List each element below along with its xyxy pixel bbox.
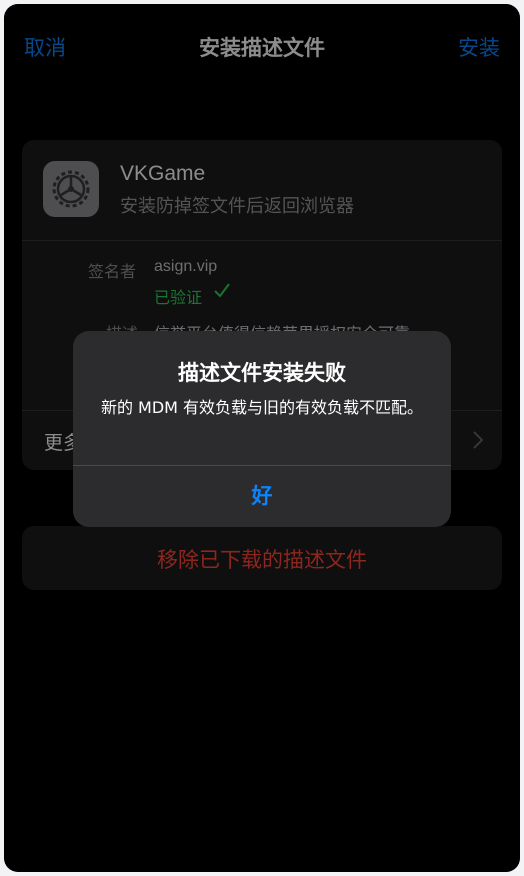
screen: 取消 安装描述文件 安装 VKGame 安装防掉签文件后返回浏览器 签名者 as… bbox=[4, 4, 520, 872]
alert-dialog: 描述文件安装失败 新的 MDM 有效负载与旧的有效负载不匹配。 好 bbox=[73, 331, 451, 527]
ok-button[interactable]: 好 bbox=[73, 466, 451, 527]
alert-title: 描述文件安装失败 bbox=[178, 361, 346, 385]
alert-message: 新的 MDM 有效负载与旧的有效负载不匹配。 bbox=[100, 398, 424, 417]
